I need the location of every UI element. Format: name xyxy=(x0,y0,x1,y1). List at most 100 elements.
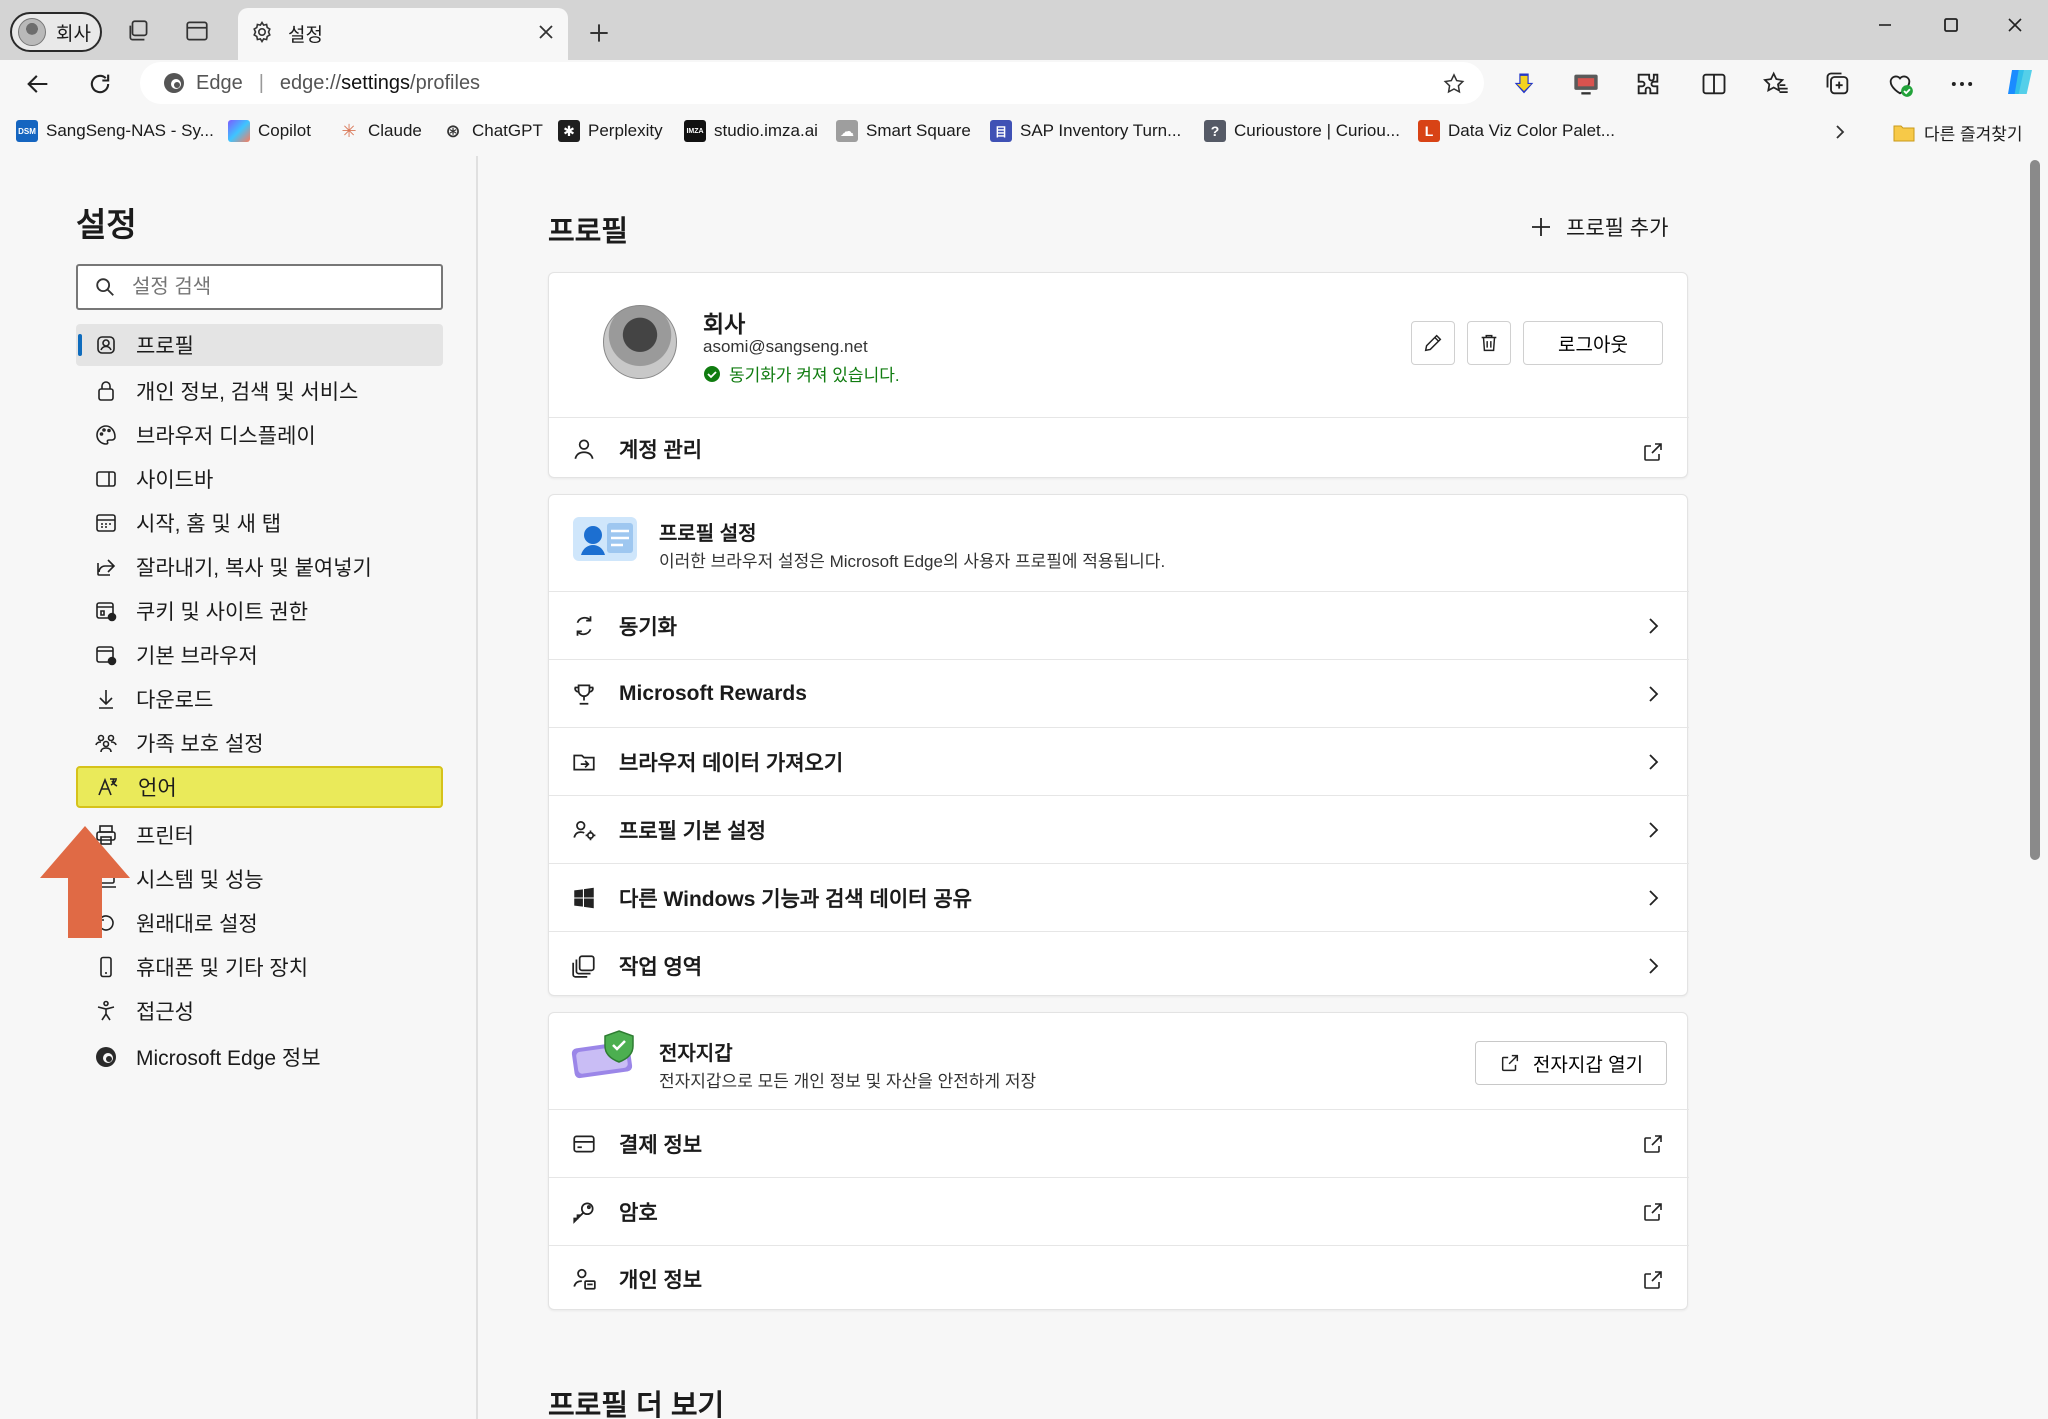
profile-button[interactable]: 회사 xyxy=(10,12,102,52)
vertical-tabs-icon[interactable] xyxy=(184,18,210,44)
browser-icon xyxy=(96,646,117,666)
settings-row-profile-prefs[interactable]: 프로필 기본 설정 xyxy=(549,795,1689,863)
edit-profile-button[interactable] xyxy=(1411,321,1455,365)
extensions-icon[interactable] xyxy=(1634,70,1662,98)
sidebar-item-start-home[interactable]: 시작, 홈 및 새 탭 xyxy=(76,502,443,544)
sidebar-item-sidebar[interactable]: 사이드바 xyxy=(76,458,443,500)
account-manage-row[interactable]: 계정 관리 xyxy=(549,417,1689,479)
chevron-right-icon xyxy=(1649,686,1659,702)
add-profile-button[interactable]: 프로필 추가 xyxy=(1530,212,1668,242)
other-favorites[interactable]: 다른 즐겨찾기 xyxy=(1892,120,2023,145)
sidebar-item-default-browser[interactable]: 기본 브라우저 xyxy=(76,634,443,676)
sidebar-item-printers[interactable]: 프린터 xyxy=(76,814,443,856)
dataviz-icon: L xyxy=(1418,120,1440,142)
maximize-icon[interactable] xyxy=(1940,14,1962,36)
wallet-description: 전자지갑으로 모든 개인 정보 및 자산을 안전하게 저장 xyxy=(659,1072,1037,1091)
back-icon[interactable] xyxy=(24,70,52,98)
cloud-icon: ☁ xyxy=(836,120,858,142)
scrollbar[interactable] xyxy=(2030,160,2040,860)
wallet-row-passwords[interactable]: 암호 xyxy=(549,1177,1689,1245)
sidebar-item-languages[interactable]: 언어 xyxy=(76,766,443,808)
row-label: 프로필 기본 설정 xyxy=(619,819,766,843)
close-tab-icon[interactable] xyxy=(536,22,556,42)
sidebar-item-accessibility[interactable]: 접근성 xyxy=(76,990,443,1032)
chevron-right-icon[interactable] xyxy=(1830,122,1850,142)
wallet-row-payment[interactable]: 결제 정보 xyxy=(549,1109,1689,1177)
sidebar-item-label: 시스템 및 성능 xyxy=(136,869,264,892)
wallet-card: 전자지갑 전자지갑으로 모든 개인 정보 및 자산을 안전하게 저장 전자지갑 … xyxy=(548,1012,1689,1311)
edge-icon xyxy=(96,1047,116,1067)
address-prefix: Edge xyxy=(196,71,243,94)
favorites-icon[interactable] xyxy=(1762,70,1790,98)
row-label: 개인 정보 xyxy=(619,1268,703,1292)
settings-row-sync[interactable]: 동기화 xyxy=(549,591,1689,659)
phone-icon xyxy=(100,956,112,978)
favorite-label: SAP Inventory Turn... xyxy=(1020,121,1182,140)
external-link-icon xyxy=(1644,1135,1662,1153)
refresh-icon[interactable] xyxy=(86,70,114,98)
more-options-icon[interactable] xyxy=(1948,70,1976,98)
split-screen-icon[interactable] xyxy=(1700,70,1728,98)
minimize-icon[interactable] xyxy=(1874,14,1896,36)
sidebar-item-about-edge[interactable]: Microsoft Edge 정보 xyxy=(76,1036,443,1078)
settings-row-rewards[interactable]: Microsoft Rewards xyxy=(549,659,1689,727)
sync-status: 동기화가 켜져 있습니다. xyxy=(703,361,900,386)
import-icon xyxy=(573,754,595,770)
favorite-item[interactable]: ✱ Perplexity xyxy=(558,120,663,142)
settings-row-import[interactable]: 브라우저 데이터 가져오기 xyxy=(549,727,1689,795)
browser-essentials-icon[interactable] xyxy=(1886,70,1914,98)
favorite-star-icon[interactable] xyxy=(1442,72,1466,96)
settings-row-windows-share[interactable]: 다른 Windows 기능과 검색 데이터 공유 xyxy=(549,863,1689,931)
download-ext-icon[interactable] xyxy=(1510,70,1538,98)
open-wallet-button[interactable]: 전자지갑 열기 xyxy=(1475,1041,1667,1085)
logout-button[interactable]: 로그아웃 xyxy=(1523,321,1663,365)
settings-row-workspaces[interactable]: 작업 영역 xyxy=(549,931,1689,999)
sidebar-item-share-copy[interactable]: 잘라내기, 복사 및 붙여넣기 xyxy=(76,546,443,588)
sidebar-item-label: 가족 보호 설정 xyxy=(136,733,264,756)
family-icon xyxy=(95,734,117,753)
trophy-icon xyxy=(574,683,594,705)
favorite-item[interactable]: L Data Viz Color Palet... xyxy=(1418,120,1615,142)
chevron-right-icon xyxy=(1649,754,1659,770)
page-title: 프로필 xyxy=(548,216,629,248)
lock-icon xyxy=(98,381,114,401)
sidebar-item-family[interactable]: 가족 보호 설정 xyxy=(76,722,443,764)
sidebar-item-privacy[interactable]: 개인 정보, 검색 및 서비스 xyxy=(76,370,443,412)
profile-icon xyxy=(97,336,115,354)
favorite-item[interactable]: 目 SAP Inventory Turn... xyxy=(990,120,1181,142)
sidebar-item-label: 프로필 xyxy=(136,335,194,358)
copilot-icon[interactable] xyxy=(2004,66,2036,98)
favorite-item[interactable]: ✳ Claude xyxy=(338,120,421,142)
new-tab-icon[interactable] xyxy=(586,20,612,46)
sidebar-item-phone[interactable]: 휴대폰 및 기타 장치 xyxy=(76,946,443,988)
wallet-row-personal-info[interactable]: 개인 정보 xyxy=(549,1245,1689,1311)
sidebar-item-label: 브라우저 디스플레이 xyxy=(136,425,316,448)
sidebar-item-label: 기본 브라우저 xyxy=(136,645,258,668)
sidebar-item-cookies[interactable]: 쿠키 및 사이트 권한 xyxy=(76,590,443,632)
profile-settings-title: 프로필 설정 xyxy=(659,523,757,545)
delete-profile-button[interactable] xyxy=(1467,321,1511,365)
collections-icon[interactable] xyxy=(1824,70,1852,98)
nas-icon: DSM xyxy=(16,120,38,142)
gear-icon xyxy=(253,20,271,44)
sidebar-item-appearance[interactable]: 브라우저 디스플레이 xyxy=(76,414,443,456)
favorite-item[interactable]: ☁ Smart Square xyxy=(836,120,971,142)
workspaces-icon[interactable] xyxy=(126,18,152,44)
row-label: Microsoft Rewards xyxy=(619,681,807,705)
sidebar-item-system[interactable]: 시스템 및 성능 xyxy=(76,858,443,900)
favorite-item[interactable]: ? Curioustore | Curiou... xyxy=(1204,120,1400,142)
favorite-item[interactable]: Copilot xyxy=(228,120,311,142)
address-bar[interactable]: Edge | edge://settings/profiles xyxy=(140,62,1484,104)
sidebar-item-reset[interactable]: 원래대로 설정 xyxy=(76,902,443,944)
settings-search[interactable] xyxy=(76,264,443,310)
favorite-item[interactable]: ⊛ ChatGPT xyxy=(442,120,542,142)
wallet-title: 전자지갑 xyxy=(659,1043,733,1065)
sidebar-item-downloads[interactable]: 다운로드 xyxy=(76,678,443,720)
sidebar-item-profile[interactable]: 프로필 xyxy=(76,324,443,366)
close-window-icon[interactable] xyxy=(2004,14,2026,36)
favorite-item[interactable]: IMZA studio.imza.ai xyxy=(684,120,818,142)
search-input[interactable] xyxy=(132,275,432,299)
folder-icon xyxy=(1893,125,1915,141)
favorite-item[interactable]: DSM SangSeng-NAS - Sy... xyxy=(16,120,214,142)
monitor-ext-icon[interactable] xyxy=(1572,70,1600,98)
